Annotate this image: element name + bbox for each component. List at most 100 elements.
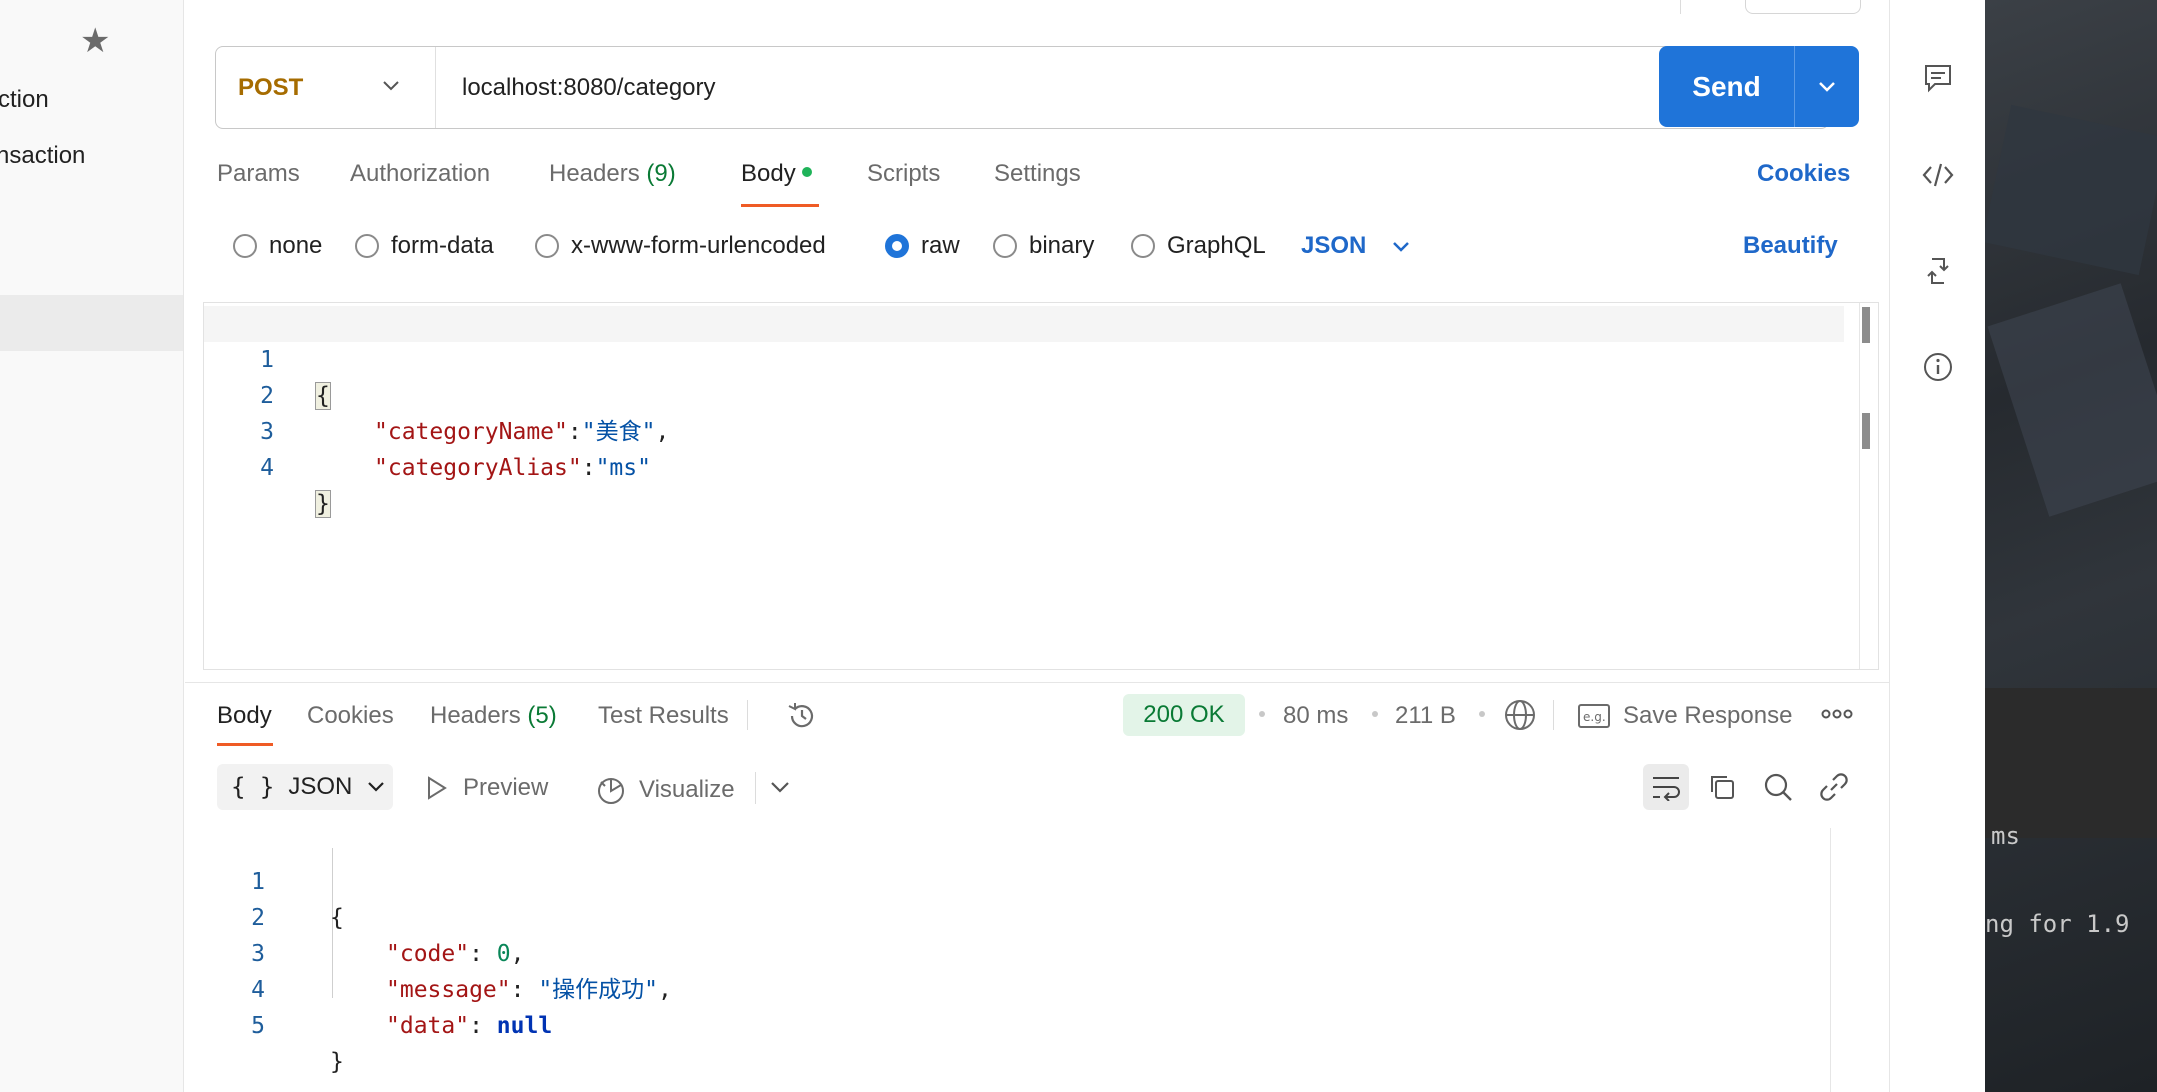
radio-label: form-data xyxy=(391,232,494,259)
radio-raw[interactable]: raw xyxy=(885,232,960,260)
radio-label: none xyxy=(269,232,323,259)
language-select[interactable]: JSON xyxy=(1301,232,1411,260)
send-button[interactable]: Send xyxy=(1659,46,1795,127)
sidebar-item[interactable]: ction xyxy=(0,86,49,114)
tab-headers-label: Headers xyxy=(549,160,640,187)
related-collections-button[interactable] xyxy=(1920,253,1956,289)
response-scrollbar-track[interactable] xyxy=(1830,828,1831,1092)
send-options-button[interactable] xyxy=(1795,46,1859,127)
current-line-highlight xyxy=(204,306,1844,342)
radio-graphql[interactable]: GraphQL xyxy=(1131,232,1266,260)
radio-urlencoded[interactable]: x-www-form-urlencoded xyxy=(535,232,826,260)
radio-binary[interactable]: binary xyxy=(993,232,1094,260)
response-tab-headers[interactable]: Headers (5) xyxy=(430,702,557,730)
sidebar-item[interactable]: nsaction xyxy=(0,142,85,170)
response-line: 2 "code": 0, xyxy=(185,864,524,967)
response-body-viewer[interactable]: 1 { 2 "code": 0, 3 "message": "操作成功", 4 … xyxy=(185,826,1889,1092)
comments-button[interactable] xyxy=(1920,60,1956,96)
save-response-button[interactable]: e.g. Save Response xyxy=(1577,702,1792,730)
response-divider[interactable] xyxy=(185,682,1889,683)
top-control-stub[interactable] xyxy=(1745,0,1861,14)
status-badge[interactable]: 200 OK xyxy=(1123,694,1245,736)
copy-button[interactable] xyxy=(1699,764,1745,810)
radio-none[interactable]: none xyxy=(233,232,322,260)
terminal-text: ng for 1.9 xyxy=(1985,910,2130,938)
json-key: "message" xyxy=(386,977,511,1003)
link-button[interactable] xyxy=(1811,764,1857,810)
radio-circle xyxy=(1131,234,1155,258)
chevron-down-icon[interactable] xyxy=(769,780,791,796)
tab-authorization[interactable]: Authorization xyxy=(350,160,490,188)
request-pane: POST Send Params Authorization Headers (… xyxy=(185,0,1889,1092)
editor-line: 1 { xyxy=(204,306,331,410)
terminal-band xyxy=(1985,688,2157,838)
radio-label: raw xyxy=(921,232,960,259)
request-body-editor[interactable]: 1 { 2 "categoryName":"美食", 3 "categoryAl… xyxy=(203,302,1879,670)
response-line: 3 "message": "操作成功", xyxy=(185,900,672,1003)
wrap-lines-icon xyxy=(1653,777,1680,801)
response-format-select[interactable]: { } JSON xyxy=(217,764,393,810)
line-number: 4 xyxy=(260,455,274,481)
tab-scripts[interactable]: Scripts xyxy=(867,160,940,188)
separator-dot xyxy=(1259,711,1265,717)
response-size[interactable]: 211 B xyxy=(1395,702,1456,730)
terminal-text: ms xyxy=(1991,822,2020,850)
visualize-icon xyxy=(598,778,624,804)
radio-circle xyxy=(993,234,1017,258)
example-icon: e.g. xyxy=(1578,704,1610,728)
response-tab-cookies[interactable]: Cookies xyxy=(307,702,394,730)
json-value: "ms" xyxy=(595,455,651,481)
json-key: "categoryAlias" xyxy=(374,455,582,481)
editor-scrollbar-thumb[interactable] xyxy=(1862,307,1870,343)
right-context-bar xyxy=(1889,0,1985,1092)
response-tab-headers-label: Headers xyxy=(430,702,521,729)
json-key: "data" xyxy=(386,1013,470,1039)
modified-indicator-dot xyxy=(801,166,812,177)
info-button[interactable] xyxy=(1920,349,1956,385)
search-icon xyxy=(1764,773,1792,801)
line-number: 5 xyxy=(251,1013,265,1039)
tab-settings[interactable]: Settings xyxy=(994,160,1081,188)
code-snippet-button[interactable] xyxy=(1920,157,1956,193)
response-tab-test-results[interactable]: Test Results xyxy=(598,702,729,730)
star-icon[interactable]: ★ xyxy=(80,24,110,58)
method-select[interactable]: POST xyxy=(216,47,436,128)
json-value: "操作成功" xyxy=(538,977,659,1003)
more-options-icon[interactable] xyxy=(1821,706,1853,722)
sidebar-selected-item[interactable] xyxy=(0,295,183,351)
background-shape xyxy=(1987,283,2157,517)
editor-line: 4 } xyxy=(204,414,331,518)
close-brace: } xyxy=(315,490,331,518)
tab-body[interactable]: Body xyxy=(741,160,812,188)
play-icon xyxy=(428,776,447,800)
radio-circle xyxy=(233,234,257,258)
search-button[interactable] xyxy=(1755,764,1801,810)
visualize-button[interactable]: Visualize xyxy=(595,774,735,806)
chevron-down-icon xyxy=(1819,81,1835,92)
separator-dot xyxy=(1372,711,1378,717)
radio-label: x-www-form-urlencoded xyxy=(571,232,826,259)
radio-circle xyxy=(355,234,379,258)
radio-form-data[interactable]: form-data xyxy=(355,232,494,260)
json-value: "美食" xyxy=(581,419,656,445)
history-icon[interactable] xyxy=(785,700,819,732)
chevron-down-icon xyxy=(383,81,399,91)
url-input[interactable] xyxy=(436,47,1828,128)
background-shape xyxy=(1985,104,2157,276)
editor-line: 3 "categoryAlias":"ms" xyxy=(204,378,651,481)
divider xyxy=(1553,700,1554,730)
code-icon xyxy=(1922,163,1954,187)
globe-icon[interactable] xyxy=(1503,698,1537,732)
json-key: "code" xyxy=(386,941,470,967)
tab-headers[interactable]: Headers (9) xyxy=(549,160,676,188)
response-tab-body[interactable]: Body xyxy=(217,702,272,730)
cookies-link[interactable]: Cookies xyxy=(1757,160,1850,188)
preview-button[interactable]: Preview xyxy=(425,774,548,802)
beautify-button[interactable]: Beautify xyxy=(1743,232,1838,260)
tab-params[interactable]: Params xyxy=(217,160,300,188)
response-time[interactable]: 80 ms xyxy=(1283,702,1348,730)
wrap-lines-button[interactable] xyxy=(1643,764,1689,810)
save-response-label: Save Response xyxy=(1623,702,1793,729)
info-icon xyxy=(1924,353,1952,381)
editor-scrollbar-track[interactable] xyxy=(1859,303,1860,669)
